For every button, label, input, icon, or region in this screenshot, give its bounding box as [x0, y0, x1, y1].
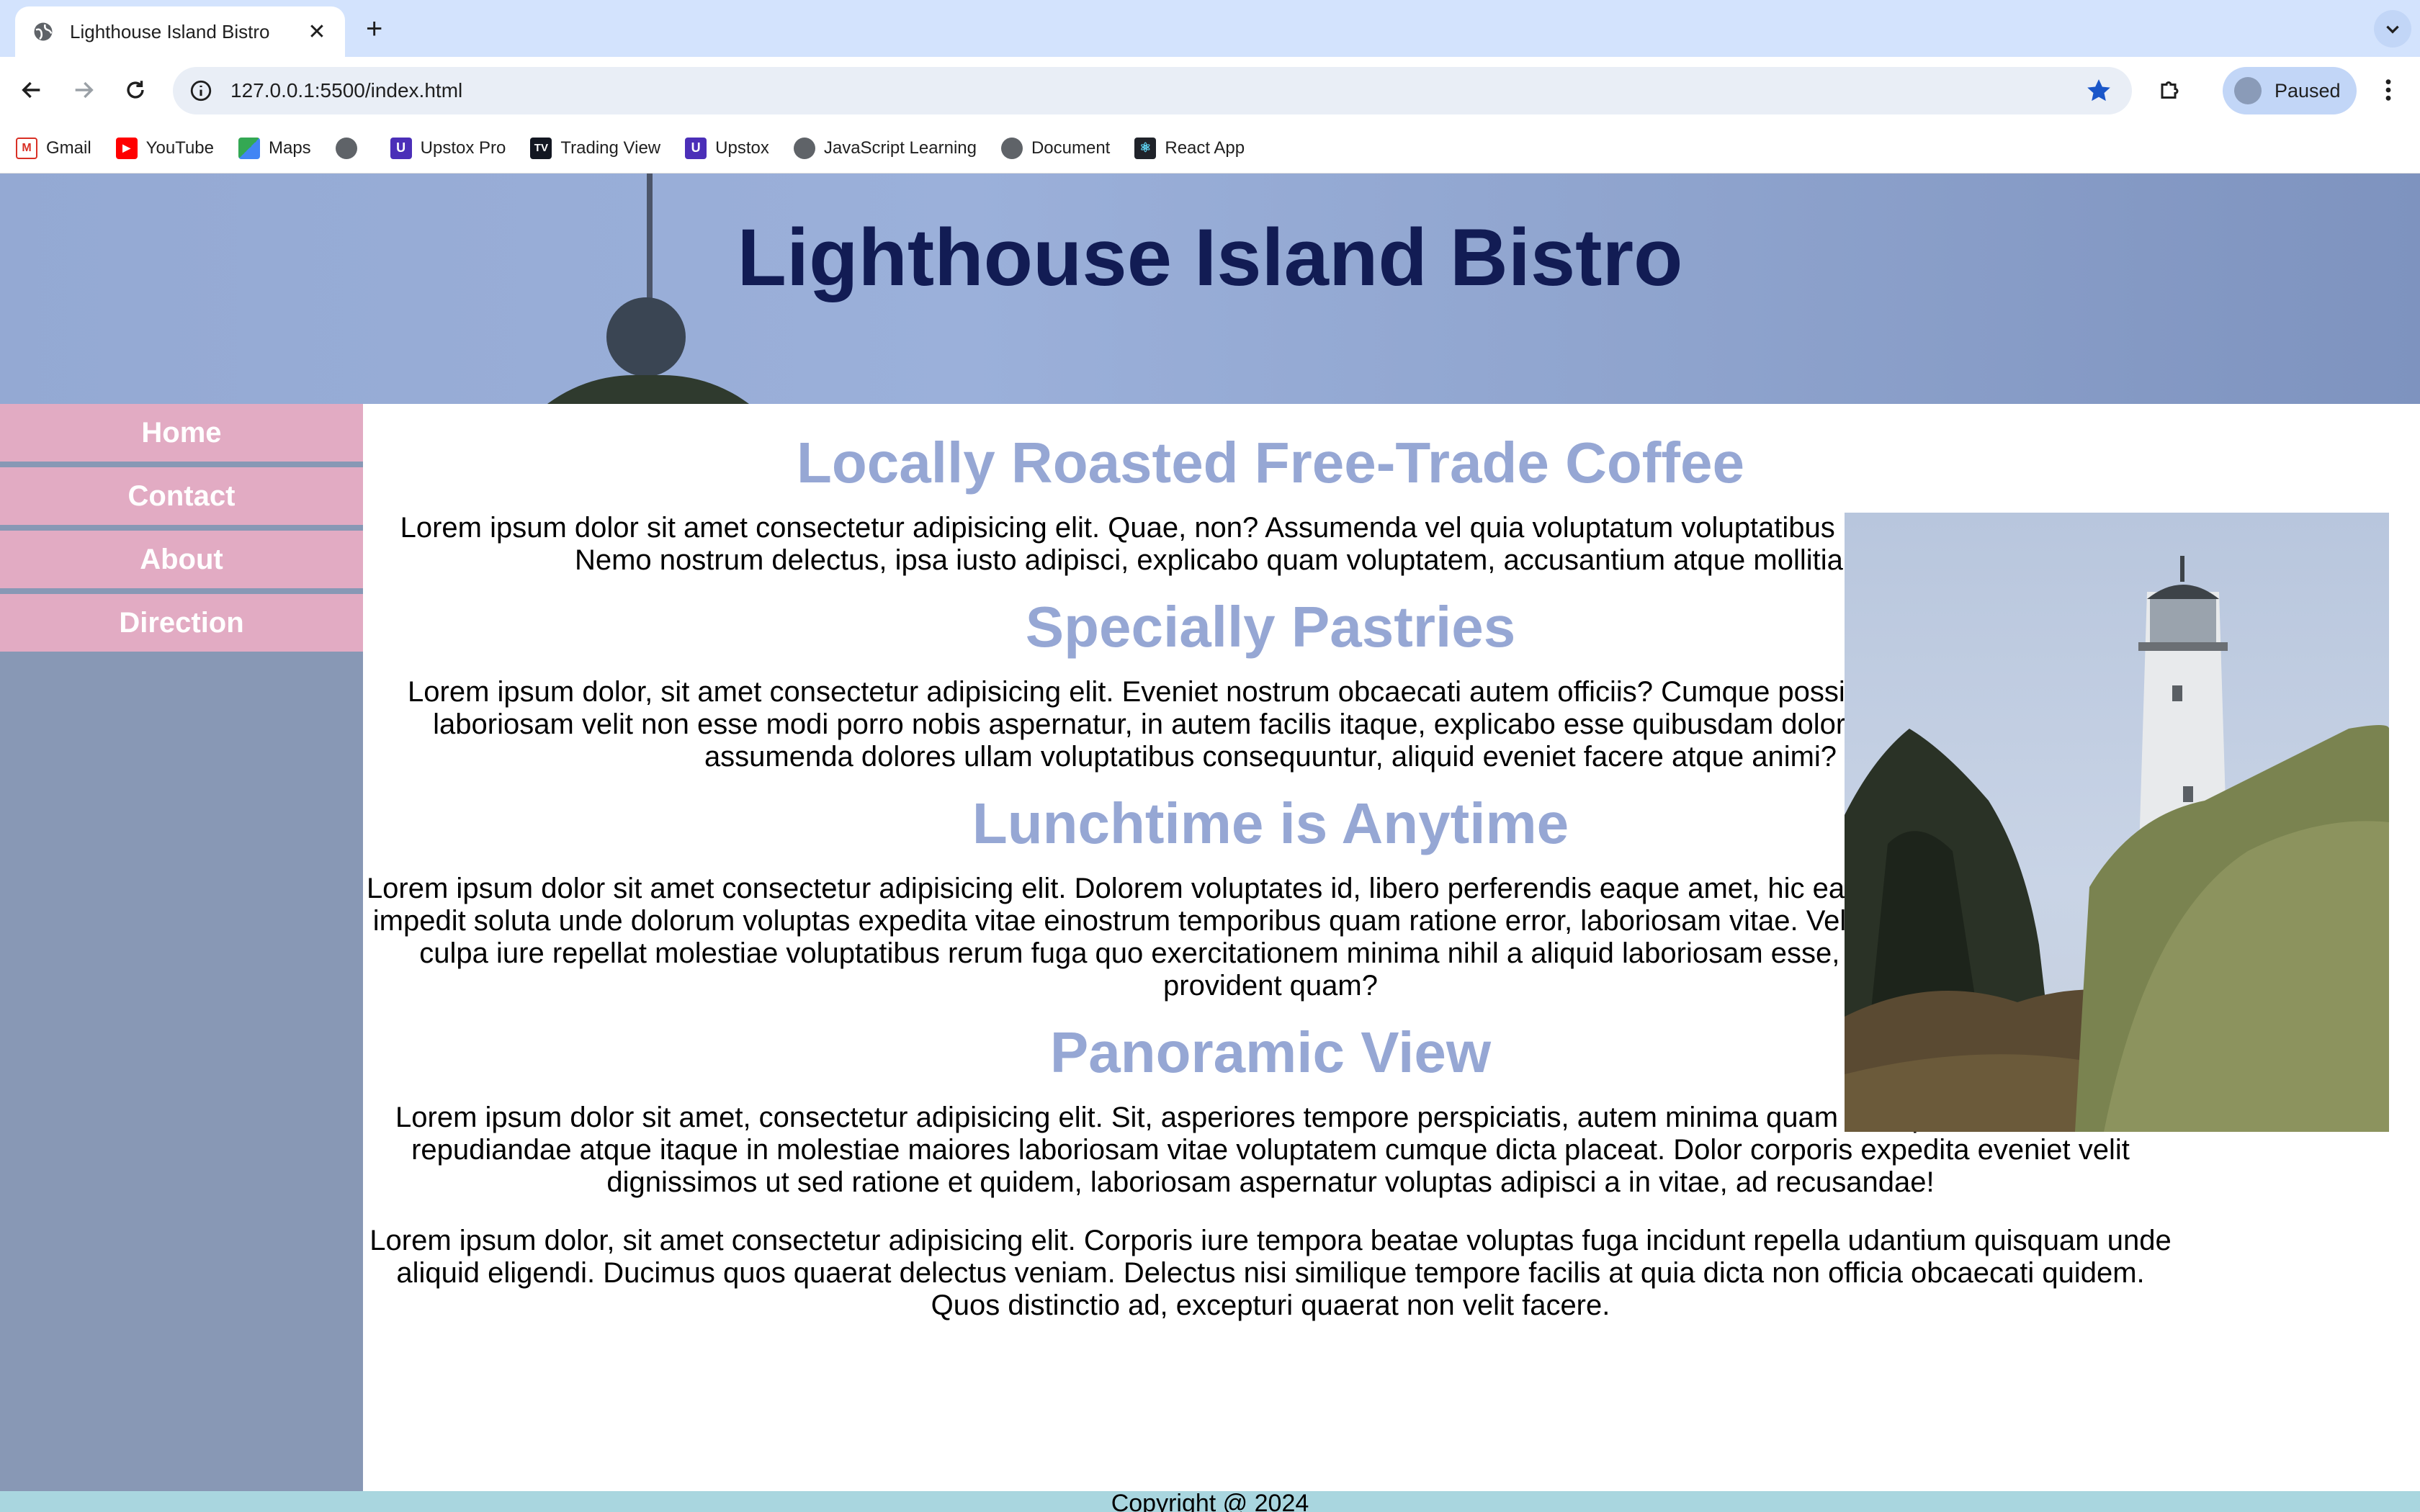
avatar	[2234, 77, 2262, 104]
globe-icon	[335, 137, 357, 159]
site-footer: Copyright @ 2024	[0, 1491, 2420, 1512]
tab-strip: Lighthouse Island Bistro ✕ +	[0, 0, 2420, 57]
nav-contact[interactable]: Contact	[0, 467, 363, 525]
tab-search-button[interactable]	[2374, 10, 2411, 48]
bookmark-star-icon[interactable]	[2084, 76, 2113, 105]
bookmark-upstox-pro[interactable]: U Upstox Pro	[390, 137, 506, 159]
bookmark-upstox[interactable]: U Upstox	[685, 137, 769, 159]
arrow-left-icon	[22, 81, 40, 99]
lighthouse-roof-graphic	[490, 375, 807, 404]
url-text[interactable]: 127.0.0.1:5500/index.html	[230, 79, 2084, 102]
bookmark-document[interactable]: Document	[1000, 137, 1111, 159]
bookmark-label: Upstox Pro	[420, 138, 506, 158]
tradingview-icon: TV	[530, 137, 552, 159]
bookmark-react-app[interactable]: ⚛ React App	[1134, 137, 1245, 159]
lighthouse-image	[1845, 556, 2389, 1132]
bookmark-gmail[interactable]: M Gmail	[16, 137, 91, 159]
section-text: Lorem ipsum dolor, sit amet consectetur …	[369, 1225, 2172, 1321]
bookmark-label: React App	[1165, 138, 1245, 158]
sidebar-nav: Home Contact About Direction	[0, 404, 363, 1491]
site-title-text: Lighthouse Island Bistro	[737, 212, 1683, 302]
site-title: Lighthouse Island Bistro	[0, 211, 2420, 304]
bookmark-label: Upstox	[715, 138, 769, 158]
bookmark-javascript-learning[interactable]: JavaScript Learning	[793, 137, 977, 159]
site-header: Lighthouse Island Bistro	[0, 174, 2420, 404]
gmail-icon: M	[16, 137, 37, 159]
nav-about[interactable]: About	[0, 531, 363, 588]
maps-icon	[238, 137, 260, 159]
bookmark-label: YouTube	[145, 138, 214, 158]
lighthouse-dome-graphic	[606, 297, 686, 377]
tab-title: Lighthouse Island Bistro	[70, 20, 270, 42]
globe-icon	[1000, 137, 1023, 159]
bookmark-label: Document	[1031, 138, 1111, 158]
bookmark-label: JavaScript Learning	[823, 138, 977, 158]
upstox-icon: U	[685, 137, 707, 159]
forward-button[interactable]	[65, 71, 102, 109]
bookmark-label: Maps	[268, 138, 311, 158]
arrow-right-icon	[75, 81, 94, 99]
browser-toolbar: 127.0.0.1:5500/index.html Paused	[0, 57, 2420, 123]
lighthouse-photo	[1845, 513, 2389, 1132]
copyright-text: Copyright @ 2024	[1111, 1491, 1309, 1512]
nav-home[interactable]: Home	[0, 404, 363, 462]
bookmarks-bar: M Gmail ▶ YouTube Maps U Upstox Pro TV T…	[0, 123, 2420, 174]
puzzle-icon	[2161, 81, 2179, 99]
chevron-down-icon	[2386, 25, 2399, 34]
profile-status: Paused	[2275, 79, 2341, 102]
bookmark-globe[interactable]	[335, 137, 366, 159]
bookmark-trading-view[interactable]: TV Trading View	[530, 137, 661, 159]
globe-icon	[34, 22, 53, 41]
profile-button[interactable]: Paused	[2223, 67, 2357, 114]
bookmark-label: Gmail	[46, 138, 91, 158]
reload-icon	[127, 81, 144, 99]
youtube-icon: ▶	[115, 137, 138, 159]
browser-tab[interactable]: Lighthouse Island Bistro ✕	[15, 6, 345, 57]
bookmark-label: Trading View	[560, 138, 661, 158]
new-tab-button[interactable]: +	[366, 13, 382, 45]
nav-direction[interactable]: Direction	[0, 594, 363, 652]
section-heading: Locally Roasted Free-Trade Coffee	[797, 431, 1744, 495]
more-vertical-icon	[2385, 79, 2391, 101]
address-bar[interactable]: 127.0.0.1:5500/index.html	[173, 67, 2132, 114]
reload-button[interactable]	[117, 71, 154, 109]
upstox-icon: U	[390, 137, 412, 159]
browser-menu-button[interactable]	[2374, 71, 2403, 109]
extensions-button[interactable]	[2152, 71, 2190, 109]
bookmark-maps[interactable]: Maps	[238, 137, 311, 159]
bookmark-youtube[interactable]: ▶ YouTube	[115, 137, 214, 159]
info-icon[interactable]	[189, 78, 213, 103]
close-tab-icon[interactable]: ✕	[306, 19, 328, 45]
back-button[interactable]	[13, 71, 50, 109]
globe-icon	[793, 137, 815, 159]
react-icon: ⚛	[1134, 137, 1157, 159]
